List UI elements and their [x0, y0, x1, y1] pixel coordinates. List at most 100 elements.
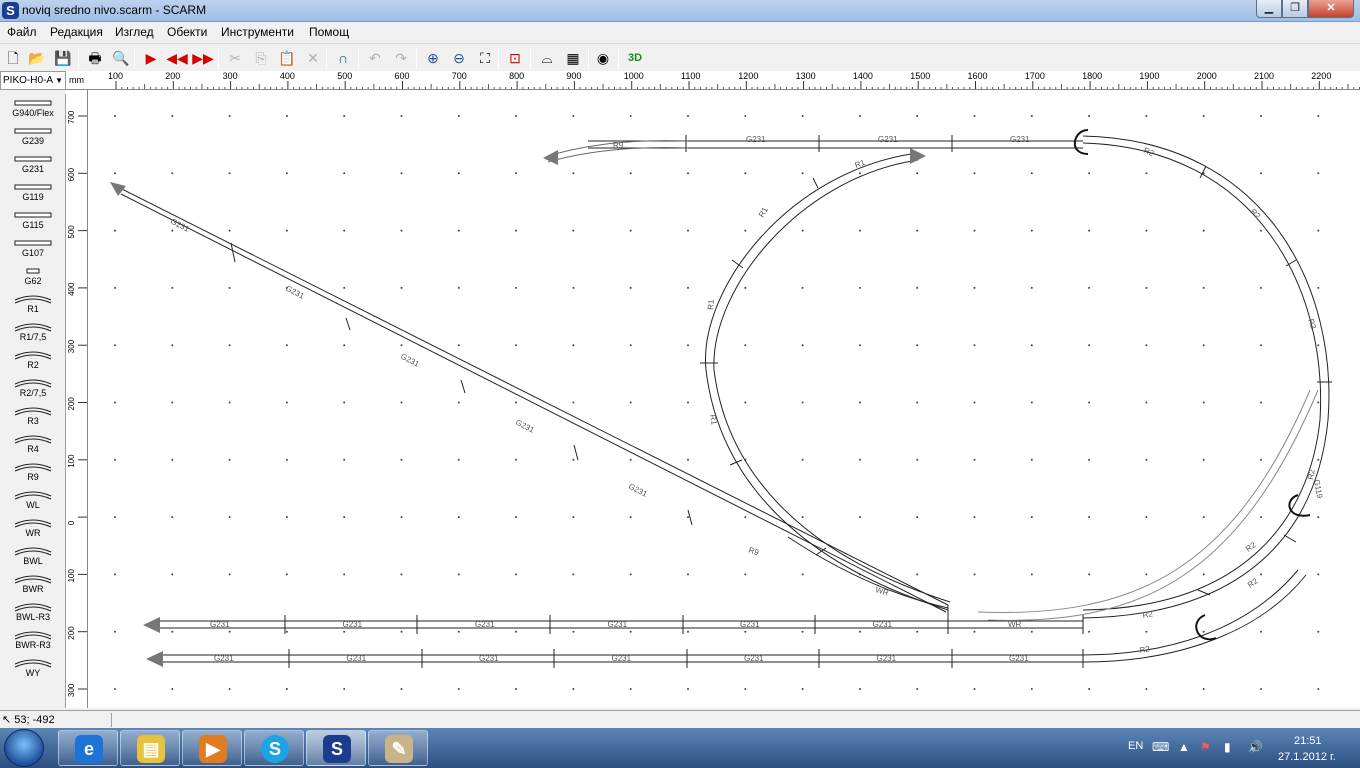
grid-dot: [228, 286, 231, 289]
buffer-top-right: [1073, 129, 1089, 155]
grid-dot: [457, 630, 460, 633]
redo-icon[interactable]: ↷: [390, 47, 412, 69]
palette-item-g239[interactable]: G239: [0, 122, 65, 150]
palette-item-g62[interactable]: G62: [0, 262, 65, 290]
library-select[interactable]: PIKO-H0-A ▼: [0, 71, 66, 90]
h-ruler-label: 2000: [1197, 71, 1217, 81]
palette-item-r4[interactable]: R4: [0, 430, 65, 458]
track-label-bottom-1: G231: [873, 620, 893, 629]
palette-item-r9[interactable]: R9: [0, 458, 65, 486]
copy-icon[interactable]: ⎘: [250, 47, 272, 69]
palette-item-wl[interactable]: WL: [0, 486, 65, 514]
grid-icon[interactable]: ▦: [562, 47, 584, 69]
v-ruler-label: 400: [67, 282, 76, 296]
maximize-button[interactable]: ❐: [1282, 0, 1308, 18]
palette-item-wr[interactable]: WR: [0, 514, 65, 542]
h-ruler-label: 1300: [796, 71, 816, 81]
layers-icon[interactable]: ◉: [592, 47, 614, 69]
track-palette: G940/Flex G239 G231 G119 G115 G107 G62 R1 R1/7,5…: [0, 94, 66, 708]
taskbar-media[interactable]: ▶: [182, 730, 242, 766]
palette-item-bwl-r3[interactable]: BWL-R3: [0, 598, 65, 626]
track-label-bottom-2: G231: [347, 654, 367, 663]
menu-objects[interactable]: Обекти: [167, 25, 207, 39]
palette-item-r2[interactable]: R2: [0, 346, 65, 374]
palette-item-r1[interactable]: R1: [0, 290, 65, 318]
rewind-icon[interactable]: ◀◀: [166, 47, 188, 69]
grid-dot: [1202, 516, 1205, 519]
grid-dot: [973, 688, 976, 690]
layout-canvas[interactable]: R9 G231 G231 G231 R2 R1 R1 R1 R1 R2 R2 G231 G231 G231…: [88, 90, 1360, 708]
grid-dot: [228, 229, 231, 232]
palette-item-wy[interactable]: WY: [0, 654, 65, 682]
palette-item-g107[interactable]: G107: [0, 234, 65, 262]
ruler-tool-icon[interactable]: ⊡: [504, 47, 526, 69]
zoom-in-icon[interactable]: ⊕: [422, 47, 444, 69]
grid-dot: [687, 401, 689, 404]
start-button[interactable]: [4, 729, 44, 767]
grid-dot: [744, 115, 747, 117]
taskbar-ie[interactable]: e: [58, 730, 118, 766]
grid-dot: [1317, 401, 1320, 404]
grid-dot: [1030, 344, 1033, 347]
palette-item-r3[interactable]: R3: [0, 402, 65, 430]
taskbar-paint[interactable]: ✎: [368, 730, 428, 766]
grid-dot: [1202, 401, 1205, 404]
new-file-icon[interactable]: 🗋: [2, 47, 24, 69]
close-button[interactable]: ✕: [1308, 0, 1354, 18]
palette-item-r2-7-5[interactable]: R2/7,5: [0, 374, 65, 402]
play-forward-icon[interactable]: ▶: [140, 47, 162, 69]
track-gray-curve-1: [987, 389, 1319, 621]
grid-dot: [629, 344, 632, 347]
palette-item-g115[interactable]: G115: [0, 206, 65, 234]
bridge-icon[interactable]: ⌓: [536, 47, 558, 69]
palette-item-g231[interactable]: G231: [0, 150, 65, 178]
zoom-out-icon[interactable]: ⊖: [448, 47, 470, 69]
action-center-icon[interactable]: ⚑: [1200, 740, 1211, 754]
delete-icon[interactable]: ✕: [302, 47, 324, 69]
magnet-icon[interactable]: ∩: [332, 47, 354, 69]
track-label: G231: [746, 135, 766, 144]
tray-expand-icon[interactable]: ▲: [1178, 740, 1190, 754]
menu-view[interactable]: Изглед: [115, 25, 154, 39]
network-icon[interactable]: ▮: [1224, 740, 1231, 754]
open-folder-icon[interactable]: 📂: [26, 47, 48, 69]
grid-dot: [572, 286, 575, 289]
arrow-end-bottom-1: [143, 617, 160, 633]
fast-forward-icon[interactable]: ▶▶: [192, 47, 214, 69]
taskbar-explorer[interactable]: ▤: [120, 730, 180, 766]
clock-date[interactable]: 27.1.2012 г.: [1278, 751, 1336, 763]
taskbar-scarm[interactable]: S: [306, 730, 366, 766]
menu-help[interactable]: Помощ: [309, 25, 349, 39]
menu-file[interactable]: Файл: [7, 25, 37, 39]
grid-dot: [629, 115, 632, 117]
grid-dot: [1260, 573, 1262, 576]
keyboard-icon[interactable]: ⌨: [1152, 740, 1169, 754]
menu-tools[interactable]: Инструменти: [221, 25, 294, 39]
palette-item-bwr[interactable]: BWR: [0, 570, 65, 598]
cut-icon[interactable]: ✂: [224, 47, 246, 69]
grid-dot: [114, 344, 116, 347]
language-indicator[interactable]: EN: [1128, 740, 1143, 752]
menu-edit[interactable]: Редакция: [50, 25, 103, 39]
palette-item-bwl[interactable]: BWL: [0, 542, 65, 570]
save-icon[interactable]: 💾: [52, 47, 74, 69]
print-preview-icon[interactable]: 🔍: [110, 47, 132, 69]
grid-dot: [400, 688, 403, 690]
taskbar-skype[interactable]: S: [244, 730, 304, 766]
zoom-fit-icon[interactable]: ⛶: [474, 47, 496, 69]
undo-icon[interactable]: ↶: [364, 47, 386, 69]
palette-item-g119[interactable]: G119: [0, 178, 65, 206]
view-3d-button[interactable]: 3D: [624, 47, 646, 69]
palette-item-g940-flex[interactable]: G940/Flex: [0, 94, 65, 122]
palette-item-bwr-r3[interactable]: BWR-R3: [0, 626, 65, 654]
grid-dot: [285, 172, 288, 175]
grid-dot: [1260, 229, 1262, 232]
track-piece-icon: [13, 630, 53, 640]
grid-dot: [973, 516, 976, 519]
paste-icon[interactable]: 📋: [276, 47, 298, 69]
volume-icon[interactable]: 🔊: [1248, 740, 1263, 754]
print-icon[interactable]: 🖶: [84, 47, 106, 69]
minimize-button[interactable]: ▁: [1256, 0, 1282, 18]
palette-item-r1-7-5[interactable]: R1/7,5: [0, 318, 65, 346]
clock-time[interactable]: 21:51: [1294, 735, 1322, 747]
